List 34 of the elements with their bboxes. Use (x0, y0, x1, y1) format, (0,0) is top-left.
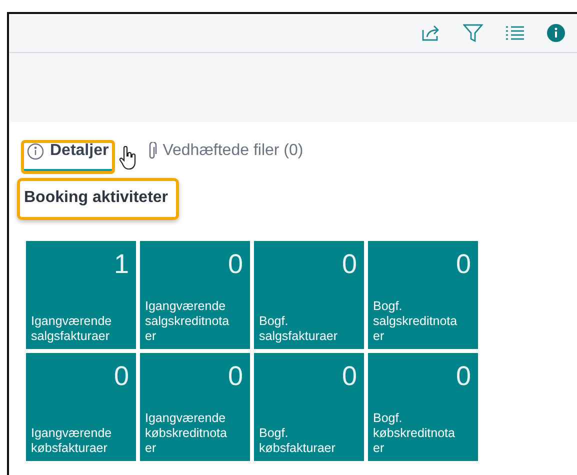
activity-tile[interactable]: 0 Igangværende salgskreditnotaer (140, 241, 250, 349)
activity-tile[interactable]: 0 Bogf. købsfakturaer (254, 353, 364, 461)
tile-caption: Igangværende salgsfakturaer (31, 314, 113, 344)
hand-cursor-icon (118, 146, 137, 170)
tile-caption: Bogf. købskreditnotaer (373, 411, 456, 456)
tile-caption: Bogf. købsfakturaer (259, 426, 336, 456)
tab[interactable]: Detaljer (23, 142, 113, 172)
section-heading: Booking aktiviteter (17, 178, 180, 220)
tile-count: 1 (114, 249, 129, 279)
tile-count: 0 (342, 249, 357, 279)
tile-count: 0 (456, 361, 471, 391)
info-icon[interactable] (547, 24, 565, 42)
filter-icon[interactable] (463, 23, 483, 43)
tile-caption: Igangværende købsfakturaer (31, 426, 113, 456)
activity-tile[interactable]: 0 Bogf. købskreditnotaer (368, 353, 478, 461)
activity-tile[interactable]: 0 Igangværende købsfakturaer (26, 353, 136, 461)
tab[interactable]: Vedhæftede filer (0) (142, 142, 308, 172)
share-icon[interactable] (421, 24, 441, 42)
tile-caption: Igangværende købskreditnotaer (145, 411, 228, 456)
tile-count: 0 (114, 361, 129, 391)
tile-caption: Igangværende salgskreditnotaer (145, 299, 230, 344)
tile-count: 0 (456, 249, 471, 279)
tile-count: 0 (228, 361, 243, 391)
tile-count: 0 (228, 249, 243, 279)
list-icon[interactable] (505, 25, 525, 41)
activity-tile[interactable]: 0 Bogf. salgsfakturaer (254, 241, 364, 349)
info-icon (27, 142, 44, 160)
tile-caption: Bogf. salgskreditnotaer (373, 299, 458, 344)
tile-count: 0 (342, 361, 357, 391)
activity-tile[interactable]: 0 Bogf. salgskreditnotaer (368, 241, 478, 349)
paperclip-icon (146, 142, 157, 160)
tile-caption: Bogf. salgsfakturaer (259, 314, 339, 344)
activity-tile[interactable]: 0 Igangværende købskreditnotaer (140, 353, 250, 461)
activity-tile[interactable]: 1 Igangværende salgsfakturaer (26, 241, 136, 349)
